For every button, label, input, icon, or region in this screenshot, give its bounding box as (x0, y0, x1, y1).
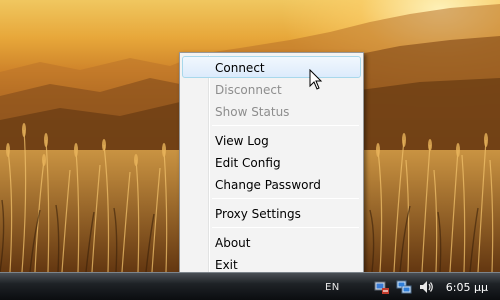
menu-item-disconnect: Disconnect (215, 83, 282, 97)
menu-item-change-password[interactable]: Change Password (182, 173, 361, 195)
language-indicator[interactable]: EN (325, 282, 340, 293)
volume-icon[interactable] (418, 279, 434, 295)
menu-item-about[interactable]: About (182, 231, 361, 253)
menu-separator (212, 198, 359, 199)
tray-context-menu: Connect Disconnect Show Status View Log … (179, 52, 364, 278)
system-tray: EN 6:05 μμ (300, 273, 500, 300)
network-icon[interactable] (396, 279, 412, 295)
mouse-cursor-icon (309, 69, 323, 90)
taskbar: EN 6:05 μμ (0, 272, 500, 300)
system-clock[interactable]: 6:05 μμ (446, 281, 488, 294)
menu-item-edit-config[interactable]: Edit Config (182, 151, 361, 173)
menu-item-view-log[interactable]: View Log (182, 129, 361, 151)
menu-separator (212, 125, 359, 126)
menu-separator (212, 227, 359, 228)
menu-item-show-status: Show Status (215, 105, 290, 119)
menu-item-proxy-settings[interactable]: Proxy Settings (182, 202, 361, 224)
menu-item-connect[interactable]: Connect (182, 56, 361, 78)
openvpn-tray-icon[interactable] (374, 279, 390, 295)
